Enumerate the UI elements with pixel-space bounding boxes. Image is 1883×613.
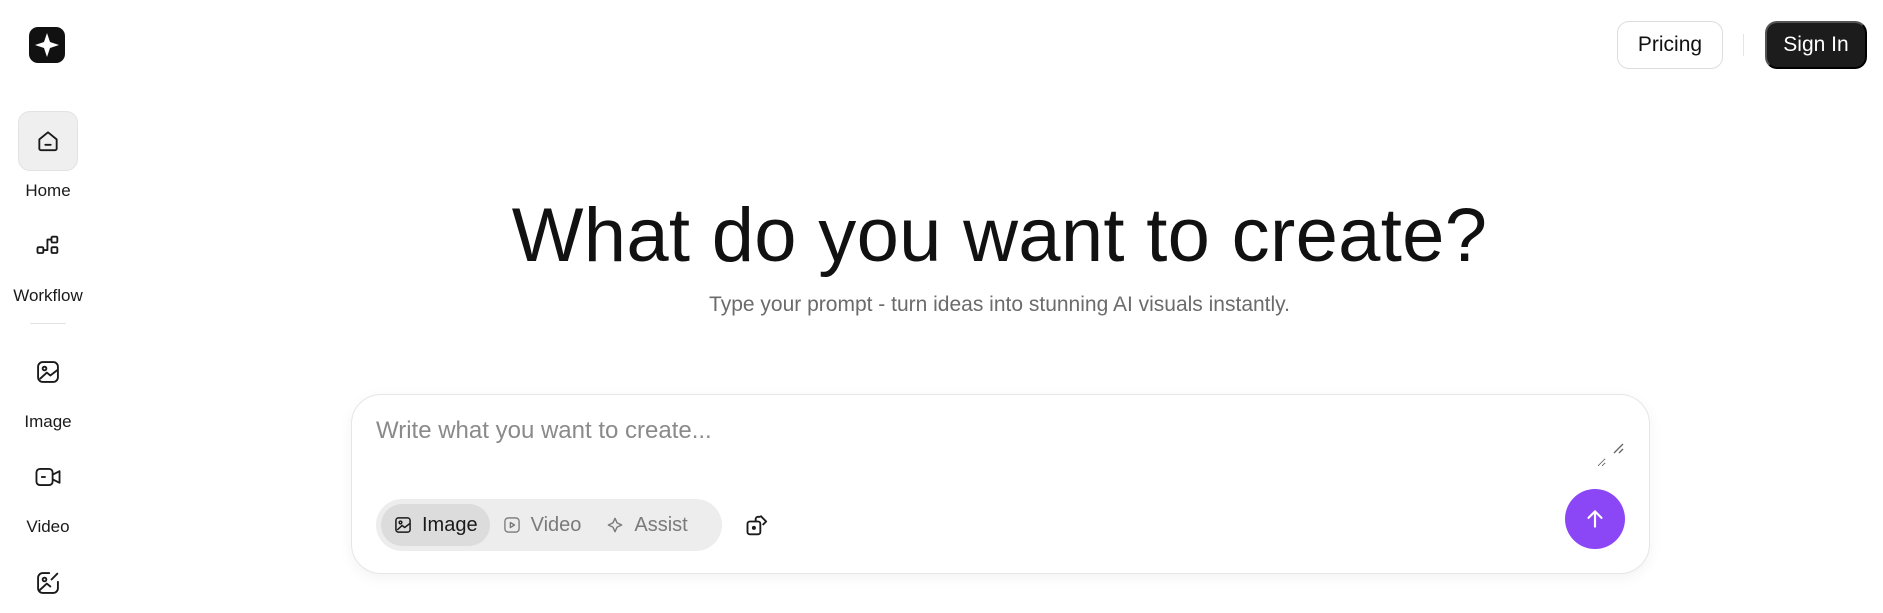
resize-handle-icon[interactable] xyxy=(1611,441,1625,455)
prompt-input[interactable] xyxy=(376,417,1606,467)
sparkle-icon xyxy=(608,517,623,533)
video-icon xyxy=(18,447,78,507)
page-subtitle: Type your prompt - turn ideas into stunn… xyxy=(709,293,1290,316)
sign-in-button[interactable]: Sign In xyxy=(1765,21,1867,69)
app-logo[interactable] xyxy=(29,27,65,63)
mode-label: Image xyxy=(422,513,478,536)
image-icon xyxy=(18,342,78,402)
sidebar-item-image[interactable]: Image xyxy=(0,342,96,432)
random-dice-icon[interactable] xyxy=(744,511,772,539)
edit-image-icon xyxy=(18,553,78,613)
sidebar-divider xyxy=(30,323,66,324)
sidebar-item-home[interactable]: Home xyxy=(0,111,96,201)
sidebar-item-edit-image[interactable] xyxy=(0,553,96,613)
mode-selector: Image Video Assist xyxy=(376,499,722,551)
mode-video-button[interactable]: Video xyxy=(490,504,594,546)
mode-label: Video xyxy=(530,513,582,536)
sidebar-item-label: Image xyxy=(24,412,72,431)
logo-icon xyxy=(35,33,59,57)
page: Home Workflow Image Video Pricing Sign I… xyxy=(0,0,1883,613)
video-icon xyxy=(503,517,520,533)
sidebar-item-video[interactable]: Video xyxy=(0,447,96,537)
mode-assist-button[interactable]: Assist xyxy=(593,504,699,546)
arrow-up-icon xyxy=(1587,510,1603,528)
header-divider xyxy=(1743,34,1744,56)
mode-image-button[interactable]: Image xyxy=(381,504,490,546)
submit-button[interactable] xyxy=(1565,489,1625,549)
mode-label: Assist xyxy=(634,513,688,536)
page-title: What do you want to create? xyxy=(511,193,1488,278)
home-icon xyxy=(18,111,78,171)
image-icon xyxy=(395,517,411,533)
pricing-button[interactable]: Pricing xyxy=(1617,21,1723,69)
prompt-composer: Image Video Assist xyxy=(351,394,1650,574)
sidebar-item-label: Video xyxy=(26,517,70,536)
